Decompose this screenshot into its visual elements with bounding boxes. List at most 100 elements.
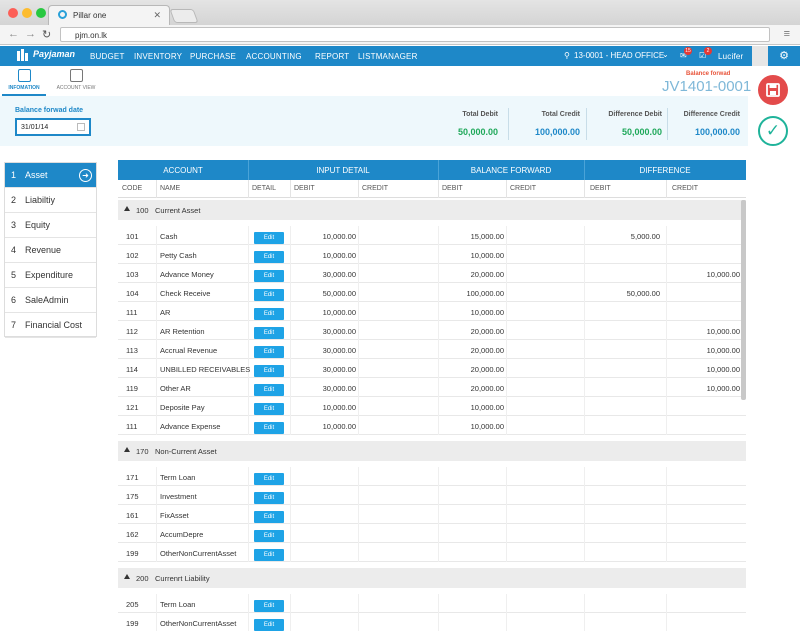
edit-button[interactable]: Edit xyxy=(254,365,284,377)
close-window-button[interactable] xyxy=(8,8,18,18)
section-row[interactable]: 100 Current Asset xyxy=(118,200,746,220)
app-logo[interactable]: Payjaman xyxy=(33,49,75,59)
sidebar-item-saleadmin[interactable]: 6 SaleAdmin xyxy=(5,288,96,313)
cell-divider xyxy=(358,594,359,613)
minimize-window-button[interactable] xyxy=(22,8,32,18)
cell-divider xyxy=(156,302,157,321)
forward-icon[interactable]: → xyxy=(25,28,36,40)
avatar[interactable] xyxy=(752,46,768,66)
edit-button[interactable]: Edit xyxy=(254,473,284,485)
chevron-down-icon[interactable]: ⌄ xyxy=(662,50,669,59)
cell-divider xyxy=(584,321,585,340)
cell-df-credit: 10,000.00 xyxy=(706,327,740,336)
cell-divider xyxy=(666,302,667,321)
cell-divider xyxy=(506,543,507,562)
cell-divider xyxy=(584,524,585,543)
edit-button[interactable]: Edit xyxy=(254,270,284,282)
edit-button[interactable]: Edit xyxy=(254,289,284,301)
col-name: NAME xyxy=(160,185,181,192)
cell-divider xyxy=(248,416,249,435)
section-row[interactable]: 170 Non-Current Asset xyxy=(118,441,746,461)
user-name[interactable]: Lucifer xyxy=(718,52,743,61)
tab-account-view[interactable]: ACCOUNT VIEW xyxy=(54,66,98,96)
collapse-triangle-icon[interactable] xyxy=(124,206,130,211)
edit-button[interactable]: Edit xyxy=(254,422,284,434)
edit-button[interactable]: Edit xyxy=(254,308,284,320)
collapse-triangle-icon[interactable] xyxy=(124,574,130,579)
section-row[interactable]: 200 Currenrt Liability xyxy=(118,568,746,588)
edit-button[interactable]: Edit xyxy=(254,251,284,263)
edit-button[interactable]: Edit xyxy=(254,600,284,612)
sidebar-item-expenditure[interactable]: 5 Expenditure xyxy=(5,263,96,288)
edit-button[interactable]: Edit xyxy=(254,619,284,631)
reload-icon[interactable]: ↻ xyxy=(42,28,51,41)
sidebar-item-equity[interactable]: 3 Equity xyxy=(5,213,96,238)
cell-divider xyxy=(438,321,439,340)
cell-divider xyxy=(290,486,291,505)
tab-close-icon[interactable]: ✕ xyxy=(153,10,161,21)
cell-divider xyxy=(358,283,359,302)
row-name: AR Retention xyxy=(160,327,205,336)
table-row: 111 Advance Expense Edit 10,000.00 10,000.00 xyxy=(118,416,746,435)
edit-button[interactable]: Edit xyxy=(254,403,284,415)
calendar-icon[interactable] xyxy=(77,123,85,131)
save-button[interactable] xyxy=(758,75,788,105)
table-row: 175 Investment Edit xyxy=(118,486,746,505)
sidebar-item-revenue[interactable]: 4 Revenue xyxy=(5,238,96,263)
form-icon xyxy=(17,69,31,82)
maximize-window-button[interactable] xyxy=(36,8,46,18)
col-bf-debit: DEBIT xyxy=(442,185,463,192)
cell-divider xyxy=(584,505,585,524)
cell-divider xyxy=(156,359,157,378)
confirm-button[interactable]: ✓ xyxy=(758,116,788,146)
nav-purchase[interactable]: PURCHASE xyxy=(190,52,236,61)
cell-divider xyxy=(290,283,291,302)
edit-button[interactable]: Edit xyxy=(254,549,284,561)
cell-divider xyxy=(584,283,585,302)
sidebar-item-asset[interactable]: 1 Asset ➜ xyxy=(5,163,96,188)
back-icon[interactable]: ← xyxy=(8,28,19,40)
cell-divider xyxy=(358,397,359,416)
check-icon: ✓ xyxy=(765,121,781,140)
url-input[interactable]: pjm.on.lk xyxy=(60,27,770,42)
cell-divider xyxy=(438,283,439,302)
collapse-triangle-icon[interactable] xyxy=(124,447,130,452)
cell-bf-debit: 10,000.00 xyxy=(470,308,504,317)
sidebar-item-financial-cost[interactable]: 7 Financial Cost xyxy=(5,313,96,338)
row-code: 104 xyxy=(126,289,139,298)
nav-accounting[interactable]: ACCOUNTING xyxy=(246,52,302,61)
new-tab-button[interactable] xyxy=(169,9,199,23)
table-scrollbar[interactable] xyxy=(741,200,746,400)
cell-divider xyxy=(438,524,439,543)
total-debit-label: Total Debit xyxy=(462,111,498,118)
cell-divider xyxy=(584,416,585,435)
nav-inventory[interactable]: INVENTORY xyxy=(134,52,182,61)
nav-listmanager[interactable]: LISTMANAGER xyxy=(358,52,418,61)
sidebar-item-liability[interactable]: 2 Liabiltiy xyxy=(5,188,96,213)
cell-divider xyxy=(156,321,157,340)
edit-button[interactable]: Edit xyxy=(254,511,284,523)
row-code: 161 xyxy=(126,511,139,520)
cell-divider xyxy=(666,486,667,505)
edit-button[interactable]: Edit xyxy=(254,384,284,396)
cell-divider xyxy=(248,283,249,302)
edit-button[interactable]: Edit xyxy=(254,232,284,244)
browser-menu-icon[interactable]: ≡ xyxy=(784,28,790,40)
section-code: 100 xyxy=(136,206,149,215)
gear-icon[interactable]: ⚙ xyxy=(768,46,800,66)
edit-button[interactable]: Edit xyxy=(254,327,284,339)
nav-budget[interactable]: BUDGET xyxy=(90,52,125,61)
cell-divider xyxy=(438,245,439,264)
cell-divider xyxy=(248,613,249,631)
cell-divider xyxy=(438,613,439,631)
cell-divider xyxy=(358,486,359,505)
edit-button[interactable]: Edit xyxy=(254,492,284,504)
browser-tab[interactable]: Pillar one ✕ xyxy=(48,5,170,25)
office-selector[interactable]: 13-0001 - HEAD OFFICE xyxy=(574,51,664,60)
cell-divider xyxy=(584,486,585,505)
edit-button[interactable]: Edit xyxy=(254,346,284,358)
edit-button[interactable]: Edit xyxy=(254,530,284,542)
cell-divider xyxy=(290,416,291,435)
nav-report[interactable]: REPORT xyxy=(315,52,349,61)
tab-information[interactable]: INFOMATION xyxy=(2,66,46,96)
